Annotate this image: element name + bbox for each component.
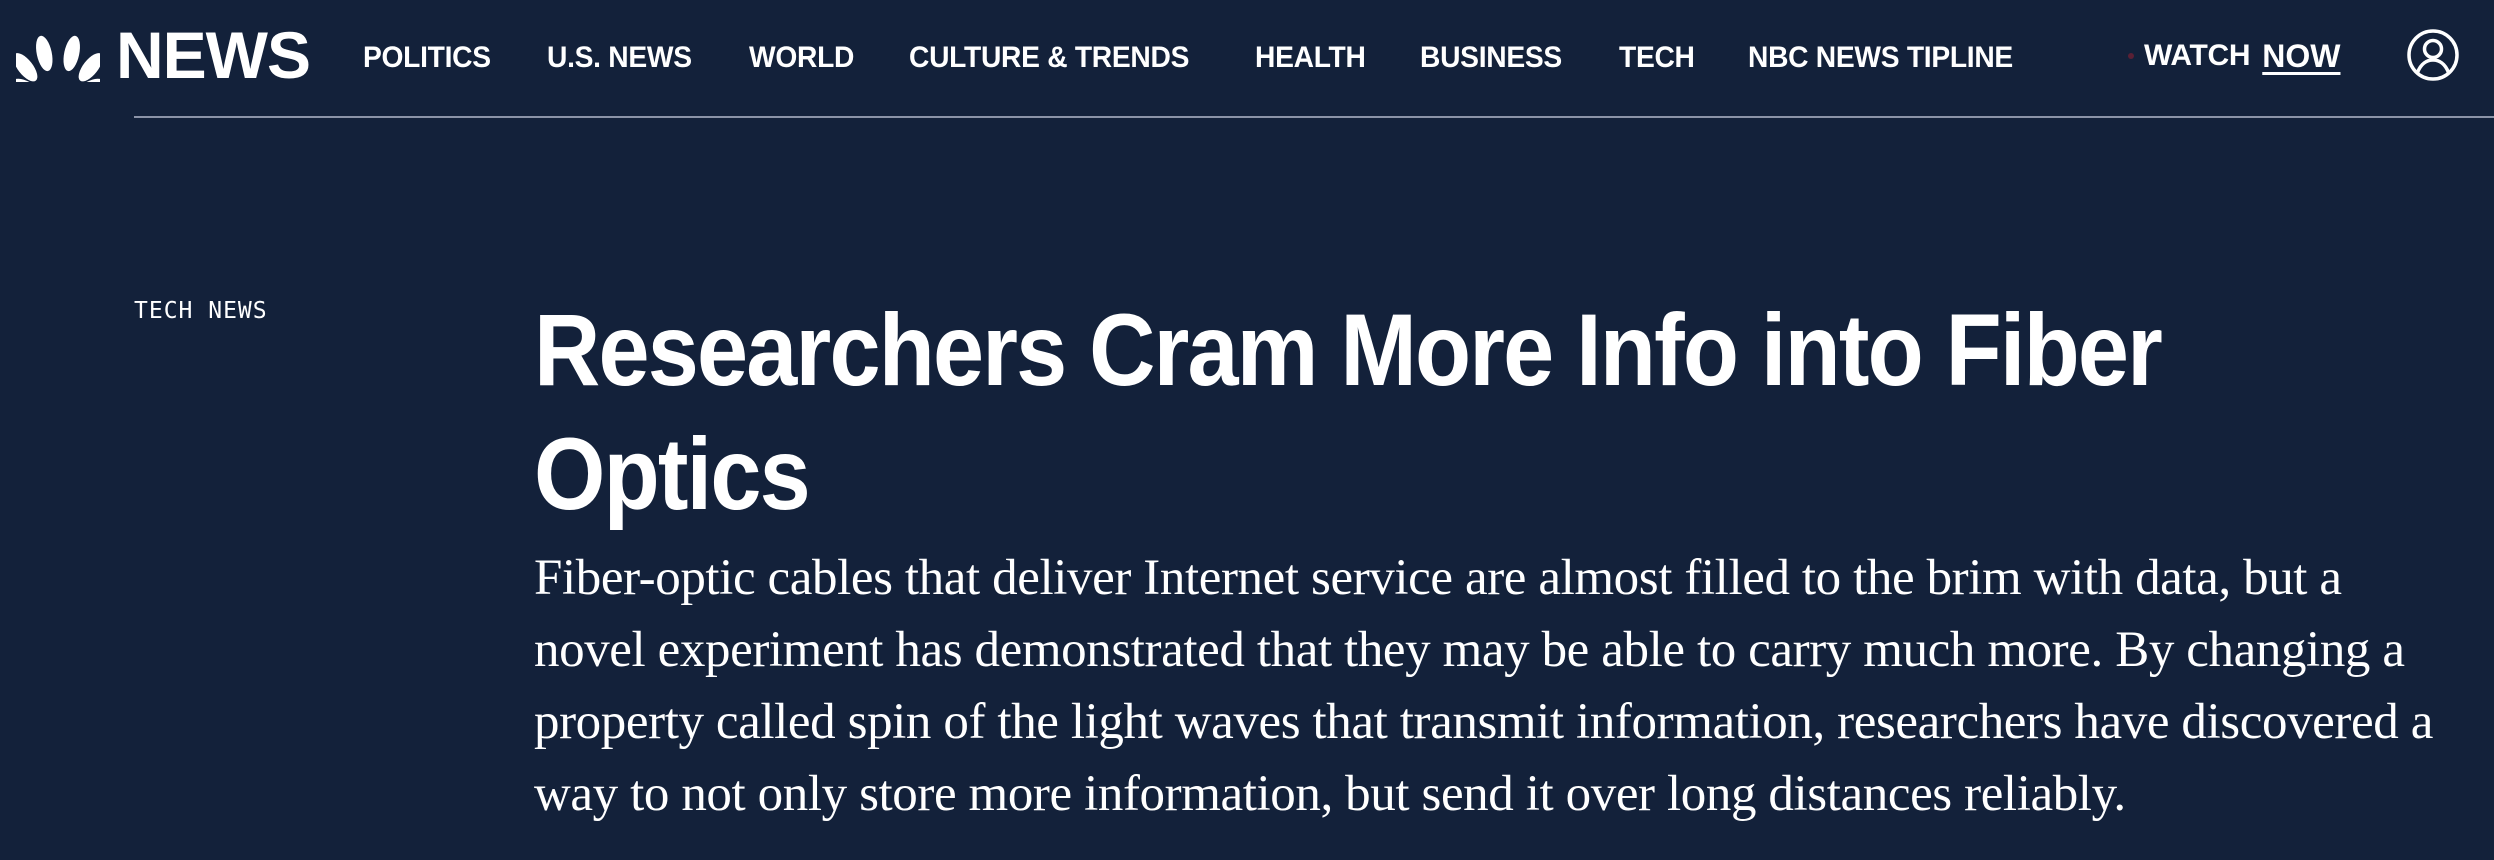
watch-label: WATCH	[2144, 39, 2251, 72]
watch-now-label: NOW	[2262, 37, 2341, 74]
nav-item-business[interactable]: BUSINESS	[1420, 38, 1562, 78]
nbc-peacock-icon	[16, 35, 100, 82]
account-button[interactable]	[2406, 28, 2460, 82]
nav-item-tech[interactable]: TECH	[1619, 38, 1695, 78]
nav-item-politics[interactable]: POLITICS	[363, 38, 491, 78]
nav-item-health[interactable]: HEALTH	[1255, 38, 1366, 78]
logo-wordmark: NEWS	[116, 18, 311, 92]
section-label[interactable]: TECH NEWS	[134, 296, 268, 326]
nav-item-world[interactable]: WORLD	[749, 38, 854, 78]
nav-item-nbc-news-tipline[interactable]: NBC NEWS TIPLINE	[1748, 38, 2013, 78]
main-nav: POLITICS U.S. NEWS WORLD CULTURE & TREND…	[363, 38, 2078, 78]
watch-now-link[interactable]: WATCH NOW	[2128, 36, 2340, 76]
article-dek: Fiber-optic cables that deliver Internet…	[534, 550, 2433, 822]
site-header: NEWS POLITICS U.S. NEWS WORLD CULTURE & …	[0, 0, 2494, 118]
nav-item-us-news[interactable]: U.S. NEWS	[547, 38, 692, 78]
header-divider	[134, 116, 2494, 118]
live-indicator-dot	[2128, 53, 2134, 59]
nav-item-culture-trends[interactable]: CULTURE & TRENDS	[909, 38, 1189, 78]
article-headline: Researchers Cram More Info into Fiber Op…	[534, 293, 2163, 531]
user-account-icon	[2407, 29, 2459, 81]
nbc-news-logo[interactable]: NEWS	[16, 18, 311, 92]
